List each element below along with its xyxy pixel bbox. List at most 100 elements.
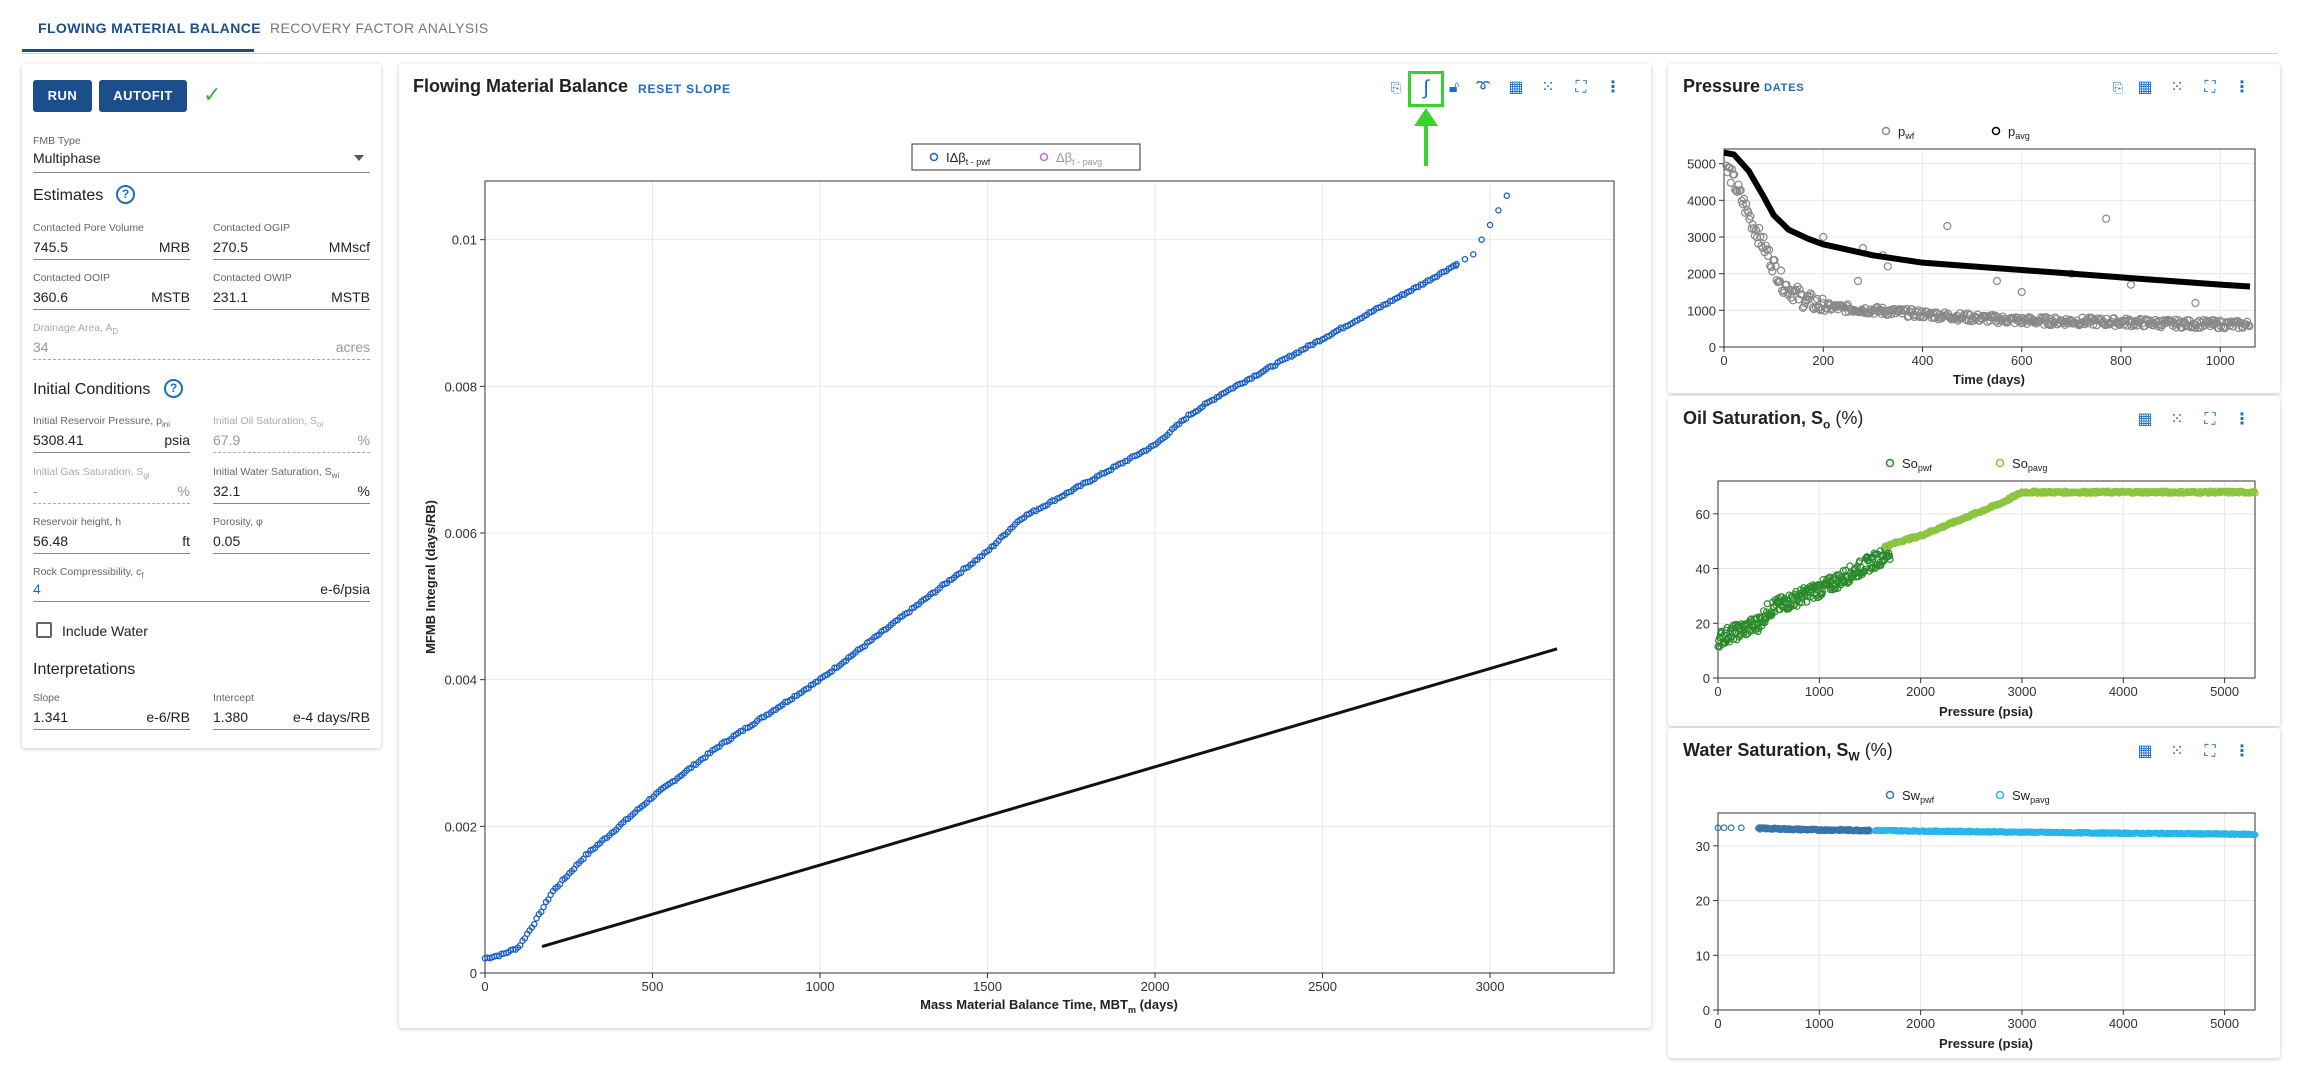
intercept-value[interactable]: 1.380: [213, 709, 248, 725]
porosity-value[interactable]: 0.05: [213, 533, 240, 549]
gas-saturation-label: Initial Gas Saturation, Sgi: [33, 466, 150, 480]
table-icon[interactable]: ▦: [2134, 741, 2156, 763]
include-water-checkbox[interactable]: [36, 622, 52, 638]
slope-label: Slope: [33, 692, 60, 704]
drainage-label: Drainage Area, AD: [33, 322, 118, 336]
pore-volume-value[interactable]: 745.5: [33, 239, 68, 255]
reset-slope-button[interactable]: RESET SLOPE: [638, 82, 731, 96]
autofit-button[interactable]: AUTOFIT: [99, 80, 187, 112]
field-underline: [213, 309, 370, 310]
y-tick-label: 20: [1696, 616, 1710, 631]
legend-marker: [1885, 458, 1895, 468]
x-tick-label: 1000: [1805, 1016, 1834, 1031]
more-icon[interactable]: ⋮: [2231, 741, 2253, 763]
pore-volume-label: Contacted Pore Volume: [33, 222, 144, 234]
table-icon[interactable]: ▦: [2134, 409, 2156, 431]
legend-marker: [1995, 790, 2005, 800]
gas-saturation-unit: %: [177, 483, 190, 499]
x-tick-label: 600: [2011, 353, 2033, 368]
interpretations-title: Interpretations: [33, 661, 136, 678]
field-underline: [213, 259, 370, 260]
more-icon[interactable]: ⋮: [2231, 77, 2253, 99]
expand-icon[interactable]: ⛶: [2199, 409, 2221, 431]
fmb-chart[interactable]: 0 500 1000 1500 2000 2500 3000 0 0.002 0.004 0.006…: [399, 130, 1651, 1028]
x-tick-label: 800: [2110, 353, 2132, 368]
y-axis-label: MFMB Integral (days/RB): [423, 500, 438, 654]
porosity-label: Porosity, φ: [213, 516, 263, 528]
fmb-type-underline: [33, 172, 370, 173]
ogip-label: Contacted OGIP: [213, 222, 291, 234]
fmb-type-select[interactable]: Multiphase: [33, 150, 101, 166]
y-tick-label: 20: [1696, 894, 1710, 909]
dates-button[interactable]: DATES: [1764, 82, 1804, 94]
reservoir-height-value[interactable]: 56.48: [33, 533, 68, 549]
ooip-label: Contacted OOIP: [33, 272, 111, 284]
x-tick-label: 0: [1720, 353, 1727, 368]
x-tick-label: 1000: [1805, 684, 1834, 699]
rock-compressibility-value[interactable]: 4: [33, 581, 41, 597]
drainage-label-text: Drainage Area, A: [33, 322, 113, 334]
y-tick-label: 0: [1703, 671, 1710, 686]
check-icon: ✓: [203, 82, 222, 107]
ooip-value[interactable]: 360.6: [33, 289, 68, 305]
more-icon[interactable]: ⋮: [2231, 409, 2253, 431]
help-icon[interactable]: ?: [164, 379, 183, 398]
run-button[interactable]: RUN: [33, 80, 92, 112]
scatter-icon[interactable]: ⁙: [2166, 741, 2188, 763]
x-tick-label: 4000: [2109, 684, 2138, 699]
rock-compressibility-label-text: Rock Compressibility, c: [33, 566, 142, 578]
field-underline: [33, 309, 190, 310]
initial-pressure-value[interactable]: 5308.41: [33, 432, 84, 448]
lasso-icon[interactable]: ➰︎: [1472, 77, 1494, 99]
scatter-icon[interactable]: ⁙: [2166, 409, 2188, 431]
pressure-chart[interactable]: 0 200 400 600 800 1000 0 1000 2000 3000 4000 5000 pw…: [1668, 118, 2280, 393]
pressure-chart-title: Pressure: [1683, 76, 1761, 96]
ooip-unit: MSTB: [151, 289, 190, 305]
active-tab-indicator: [22, 49, 254, 52]
tab-recovery-factor-analysis[interactable]: RECOVERY FACTOR ANALYSIS: [270, 20, 489, 36]
x-tick-label: 3000: [1476, 979, 1505, 994]
legend-label: Swpwf: [1902, 788, 1935, 805]
expand-icon[interactable]: ⛶: [2199, 77, 2221, 99]
table-icon[interactable]: ▦: [2134, 77, 2156, 99]
plot-area: [485, 181, 1614, 973]
expand-icon[interactable]: ⛶: [1570, 77, 1592, 99]
x-axis-label: Time (days): [1953, 372, 2025, 387]
oil-saturation-chart[interactable]: 0 1000 2000 3000 4000 5000 0 20 40 60 Sopwf Sopavg P…: [1668, 450, 2280, 726]
oil-saturation-title-unit: (%): [1830, 408, 1864, 428]
more-icon[interactable]: ⋮: [1602, 77, 1624, 99]
water-saturation-chart[interactable]: 0 1000 2000 3000 4000 5000 0 10 20 30 Swpwf Swpavg P…: [1668, 782, 2280, 1058]
slope-value[interactable]: 1.341: [33, 709, 68, 725]
x-tick-label: 3000: [2008, 684, 2037, 699]
x-tick-label: 2000: [1141, 979, 1170, 994]
expand-icon[interactable]: ⛶: [2199, 741, 2221, 763]
x-tick-label: 2500: [1308, 979, 1337, 994]
drainage-label-sub: D: [112, 327, 119, 337]
table-icon[interactable]: ▦: [1505, 77, 1527, 99]
scatter-icon[interactable]: ⁙: [1537, 77, 1559, 99]
field-underline: [33, 259, 190, 260]
x-tick-label: 3000: [2008, 1016, 2037, 1031]
chevron-down-icon[interactable]: [354, 155, 364, 161]
ogip-value[interactable]: 270.5: [213, 239, 248, 255]
y-tick-label: 4000: [1687, 193, 1716, 208]
scatter-icon[interactable]: ⁙: [2166, 77, 2188, 99]
x-axis-label: Pressure (psia): [1939, 1036, 2033, 1051]
owip-value[interactable]: 231.1: [213, 289, 248, 305]
oil-saturation-label-text: Initial Oil Saturation, S: [213, 415, 317, 427]
fmb-chart-title: Flowing Material Balance: [413, 76, 629, 96]
integral-icon[interactable]: ∫: [1415, 77, 1437, 99]
y-tick-label: 0.008: [444, 379, 477, 394]
y-tick-label: 5000: [1687, 157, 1716, 172]
rock-compressibility-label-sub: f: [141, 571, 144, 581]
tab-flowing-material-balance[interactable]: FLOWING MATERIAL BALANCE: [38, 20, 261, 36]
y-tick-label: 0.002: [444, 819, 477, 834]
initial-pressure-label: Initial Reservoir Pressure, pini: [33, 415, 170, 429]
water-saturation-value[interactable]: 32.1: [213, 483, 240, 499]
paste-icon[interactable]: ⎘: [2107, 77, 2129, 99]
help-icon[interactable]: ?: [116, 185, 135, 204]
paste-icon[interactable]: ⎘: [1385, 77, 1407, 99]
x-tick-label: 0: [481, 979, 488, 994]
unlock-icon[interactable]: 🔓︎: [1443, 77, 1465, 99]
initial-pressure-label-sub: ini: [161, 420, 170, 430]
